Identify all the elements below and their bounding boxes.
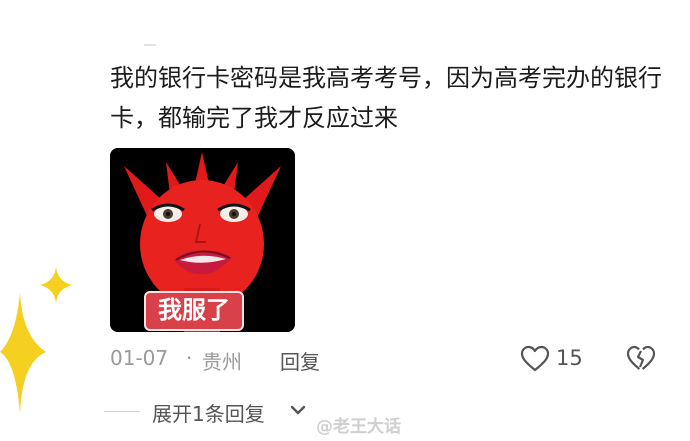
- reply-button[interactable]: 回复: [280, 346, 320, 375]
- expand-replies-button[interactable]: 展开1条回复: [152, 398, 265, 427]
- comment-meta-row: 01-07 · 贵州 回复 15: [110, 344, 670, 374]
- watermark: @老王大话: [316, 417, 401, 437]
- sparkle-decoration-icon: [0, 292, 46, 414]
- like-count: 15: [556, 346, 583, 370]
- chevron-down-icon[interactable]: [290, 404, 306, 416]
- meta-separator: ·: [186, 346, 193, 370]
- comment-text: 我的银行卡密码是我高考考号，因为高考完办的银行卡，都输完了我才反应过来: [110, 64, 662, 132]
- divider-tick: [144, 44, 156, 46]
- sticker-caption: 我服了: [144, 291, 244, 331]
- sparkle-small-icon: [40, 266, 72, 304]
- heart-outline-icon: [520, 345, 550, 372]
- dislike-button[interactable]: [626, 345, 656, 378]
- comment-location: 贵州: [202, 350, 242, 374]
- sticker-caption-text: 我服了: [158, 296, 230, 324]
- sticker-image[interactable]: 我服了: [110, 148, 295, 332]
- comment-date: 01-07: [110, 346, 169, 370]
- broken-heart-icon: [626, 345, 656, 370]
- expand-divider-line: [104, 411, 140, 412]
